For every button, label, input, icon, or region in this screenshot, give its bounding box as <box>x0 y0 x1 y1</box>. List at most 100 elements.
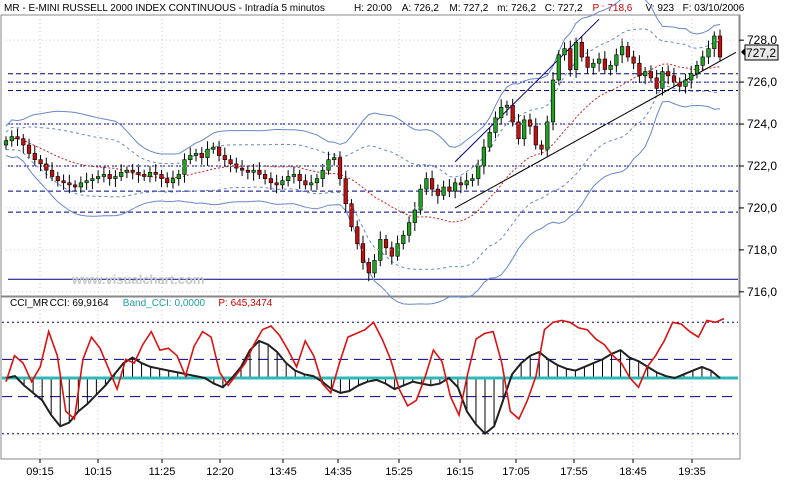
candle-down <box>429 178 435 190</box>
x-tick-label: 10:15 <box>84 466 112 478</box>
candle-down <box>38 159 43 165</box>
candle-down <box>666 71 671 77</box>
candle-down <box>303 180 308 186</box>
candle-up <box>320 169 325 179</box>
candle-up <box>596 58 602 64</box>
candle-up <box>441 186 446 196</box>
candle-up <box>314 178 320 184</box>
header-field-3: m: 726,2 <box>497 3 536 14</box>
candle-up <box>378 239 383 261</box>
y-tick-label: 726,0 <box>747 75 777 89</box>
candle-up <box>712 35 717 49</box>
x-tick-label: 14:35 <box>324 466 352 478</box>
candle-down <box>568 48 573 70</box>
cci-legend-item-0: CCI_MR <box>10 298 48 309</box>
header-field-2: M: 727,2 <box>449 3 488 14</box>
candle-up <box>643 71 648 77</box>
candle-down <box>366 262 371 274</box>
y-tick-label: 720,0 <box>747 201 777 215</box>
candle-down <box>527 119 533 127</box>
candle-down <box>539 144 544 150</box>
candle-up <box>101 174 106 177</box>
candle-up <box>326 159 331 171</box>
candle-down <box>274 182 279 186</box>
candle-up <box>694 65 700 75</box>
x-tick-label: 11:25 <box>149 466 176 478</box>
candle-down <box>142 174 147 177</box>
candle-down <box>153 172 158 175</box>
header-field-1: A: 726,2 <box>402 3 440 14</box>
candle-down <box>61 180 66 184</box>
candle-down <box>654 77 659 89</box>
candle-up <box>406 222 412 236</box>
candle-up <box>211 146 216 150</box>
candle-up <box>493 117 498 133</box>
candle-up <box>706 48 711 58</box>
candle-up <box>481 146 487 167</box>
candle-down <box>360 243 366 263</box>
candle-down <box>631 56 636 64</box>
candle-down <box>677 81 682 87</box>
candle-down <box>159 174 164 179</box>
x-tick-label: 16:15 <box>446 466 474 478</box>
candle-down <box>217 146 222 156</box>
candle-down <box>234 163 239 169</box>
candle-up <box>550 79 556 123</box>
candle-up <box>309 182 314 186</box>
candle-up <box>3 140 9 146</box>
candle-up <box>464 180 469 186</box>
x-tick-label: 15:25 <box>385 466 413 478</box>
candle-up <box>291 174 297 177</box>
candle-down <box>579 41 584 58</box>
candle-up <box>188 155 193 160</box>
candle-down <box>107 174 112 179</box>
candle-down <box>389 247 394 257</box>
candle-down <box>510 104 515 123</box>
candle-down <box>136 172 141 175</box>
candle-down <box>73 184 78 188</box>
candle-up <box>84 180 89 184</box>
candle-down <box>648 71 653 79</box>
candle-up <box>591 62 596 68</box>
candle-up <box>700 56 705 66</box>
candle-down <box>21 138 26 146</box>
candle-up <box>124 169 129 173</box>
candle-up <box>470 178 475 182</box>
candle-up <box>332 157 337 161</box>
header-field-7: F: 03/10/2006 <box>683 3 745 14</box>
cci-legend-item-2: Band_CCI: 0,0000 <box>123 298 206 309</box>
header-field-4: C: 727,2 <box>545 3 583 14</box>
candle-up <box>176 174 181 179</box>
x-tick-label: 19:35 <box>678 466 706 478</box>
candle-down <box>262 174 268 179</box>
candle-up <box>147 172 153 177</box>
candle-up <box>487 132 492 148</box>
candle-up <box>372 260 377 274</box>
candle-down <box>55 176 60 181</box>
y-tick-label: 724,0 <box>747 117 777 131</box>
header-title: MR - E-MINI RUSSELL 2000 INDEX CONTINUOU… <box>4 3 325 14</box>
candle-up <box>113 176 118 179</box>
candle-up <box>452 182 458 192</box>
candle-down <box>435 188 441 196</box>
candle-up <box>90 178 95 182</box>
candle-down <box>268 178 274 184</box>
candle-down <box>222 155 227 160</box>
candle-down <box>343 178 348 205</box>
header-fields: H: 20:00 A: 726,2 M: 727,2 m: 726,2 C: 727,2… <box>354 3 745 14</box>
candle-up <box>286 176 291 181</box>
candle-up <box>205 148 210 158</box>
candle-up <box>608 65 613 70</box>
candle-down <box>44 163 49 171</box>
candle-up <box>545 121 550 150</box>
last-price-label: 727,2 <box>746 46 776 60</box>
candle-down <box>349 203 354 228</box>
x-tick-label: 18:45 <box>619 466 647 478</box>
candle-down <box>297 174 302 181</box>
candle-down <box>165 178 170 184</box>
candle-up <box>562 48 567 56</box>
candle-down <box>15 136 20 140</box>
candle-up <box>619 46 625 56</box>
candle-up <box>96 176 101 179</box>
candle-down <box>717 35 723 58</box>
